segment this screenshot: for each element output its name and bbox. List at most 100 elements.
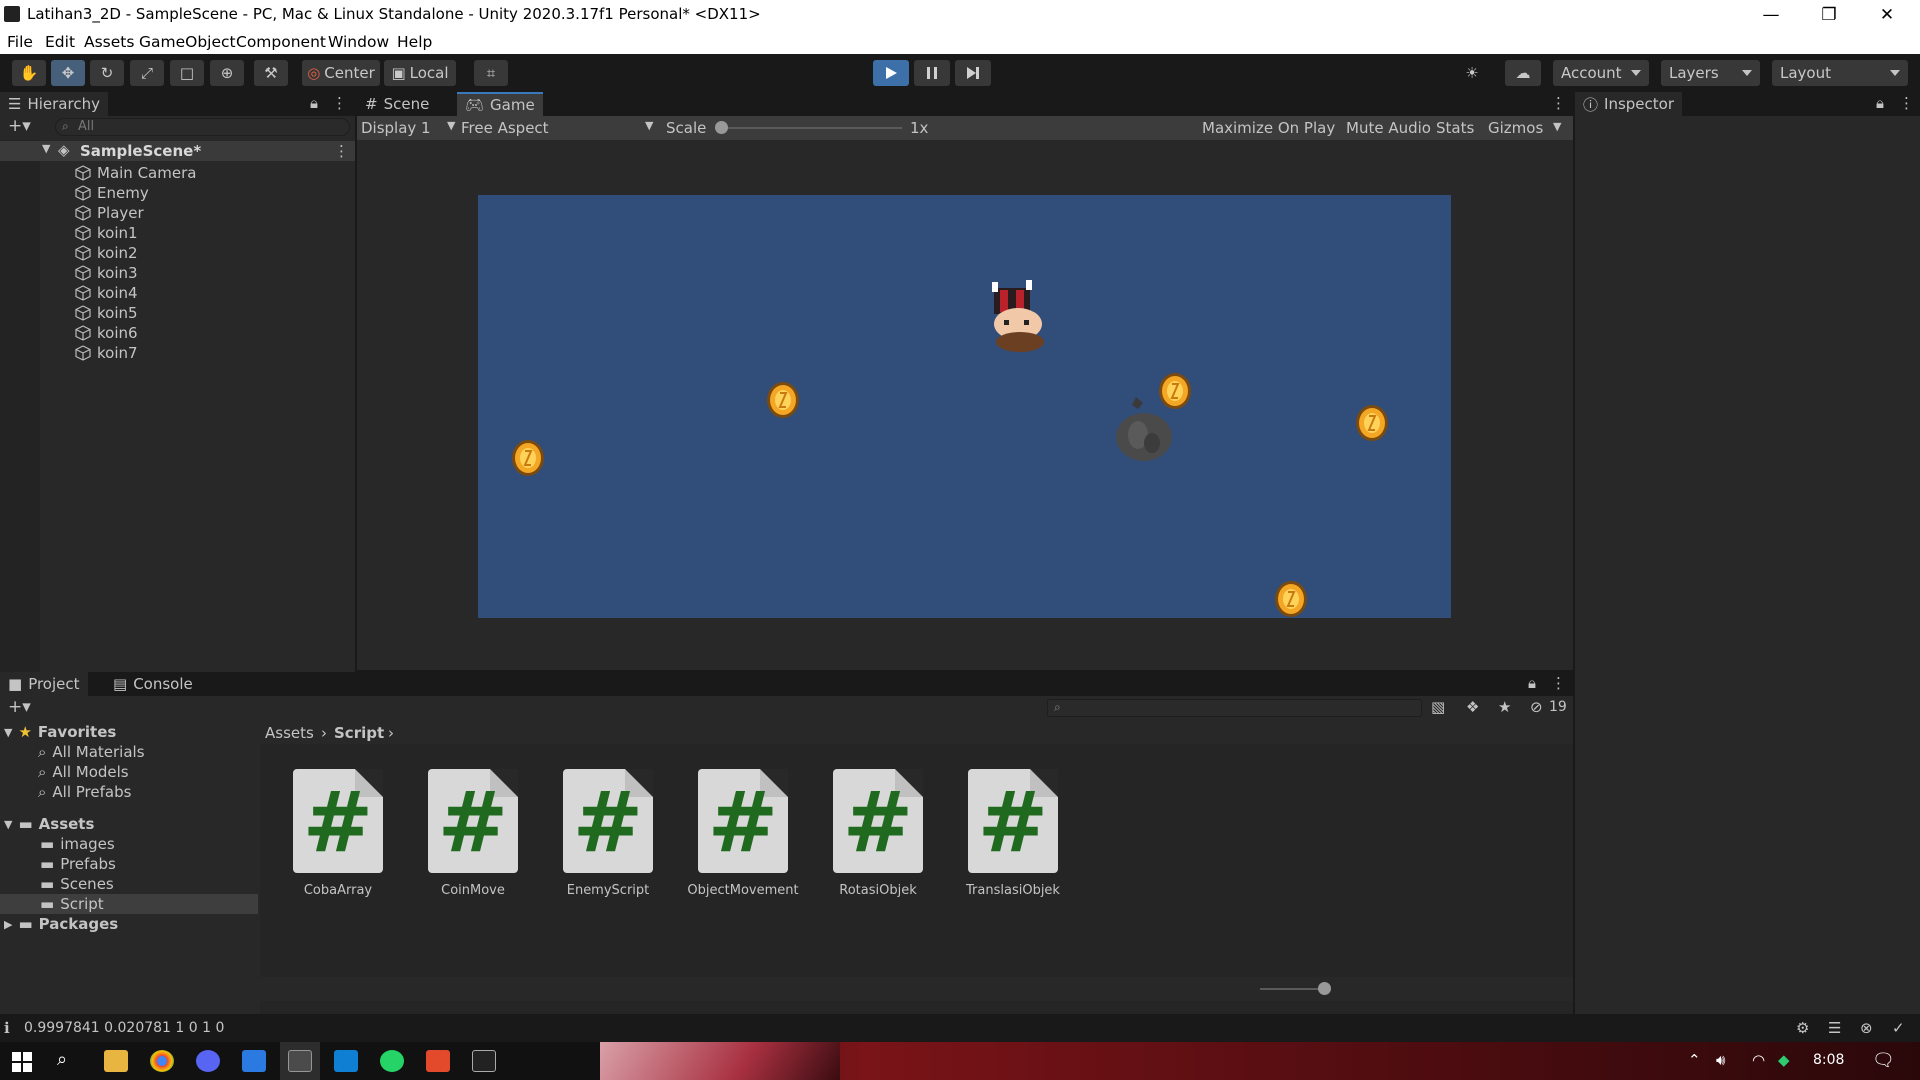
notifications-icon[interactable]: 🗨︎ — [1872, 1050, 1895, 1071]
tray-chevron-icon[interactable]: ⌃ — [1688, 1051, 1701, 1069]
tab-inspector[interactable]: ⓘ Inspector — [1575, 92, 1682, 116]
rect-tool-icon[interactable]: □ — [170, 60, 204, 86]
hierarchy-item[interactable]: koin1 — [75, 223, 138, 243]
hierarchy-item[interactable]: Player — [75, 203, 144, 223]
play-button[interactable] — [873, 60, 909, 86]
hierarchy-item[interactable]: koin7 — [75, 343, 138, 363]
hierarchy-item[interactable]: Main Camera — [75, 163, 196, 183]
windows-start-icon[interactable] — [12, 1052, 32, 1072]
icon-size-slider-track[interactable] — [1260, 988, 1325, 990]
tab-game[interactable]: 🎮︎ Game — [457, 92, 543, 116]
check-icon[interactable]: ✓ — [1892, 1019, 1905, 1037]
folder-item[interactable]: ▬ Prefabs — [40, 854, 116, 874]
script-asset[interactable]: # ObjectMovement — [673, 769, 799, 904]
mute-audio-toggle[interactable]: Mute Audio — [1346, 119, 1431, 137]
script-asset[interactable]: # RotasiObjek — [808, 769, 928, 904]
project-add-icon[interactable]: +▾ — [8, 697, 31, 717]
project-lock-icon[interactable]: 🔒︎ — [1528, 674, 1536, 692]
discord-icon[interactable] — [196, 1050, 220, 1072]
pause-button[interactable] — [914, 60, 950, 86]
chrome-icon[interactable] — [150, 1050, 174, 1072]
menu-help[interactable]: Help — [397, 33, 432, 51]
menu-file[interactable]: File — [7, 33, 33, 51]
folder-item-script[interactable]: ▬ Script — [40, 894, 104, 914]
favorites-folder[interactable]: ▼ ★ Favorites — [4, 722, 116, 742]
script-asset[interactable]: # TranslasiObjek — [943, 769, 1063, 904]
game-kebab-menu-icon[interactable]: ⋮ — [1551, 94, 1566, 112]
whatsapp-icon[interactable] — [380, 1050, 404, 1072]
close-button[interactable]: ✕ — [1858, 0, 1916, 30]
filter-label-icon[interactable]: ❖ — [1466, 698, 1479, 716]
layers-stack-icon[interactable]: ☰ — [1828, 1019, 1841, 1037]
status-message[interactable]: 0.9997841 0.020781 1 0 1 0 — [24, 1020, 224, 1036]
breadcrumb-script[interactable]: Script — [334, 724, 384, 742]
defender-shield-icon[interactable]: ◆ — [1778, 1051, 1790, 1069]
favorite-star-icon[interactable]: ★ — [1498, 698, 1511, 716]
hierarchy-item[interactable]: Enemy — [75, 183, 149, 203]
display-dropdown[interactable]: Display 1 ▼ — [361, 117, 457, 139]
script-asset[interactable]: # EnemyScript — [538, 769, 658, 904]
hierarchy-item[interactable]: koin3 — [75, 263, 138, 283]
account-dropdown[interactable]: Account — [1553, 60, 1649, 86]
file-explorer-icon[interactable] — [104, 1050, 128, 1072]
menu-edit[interactable]: Edit — [45, 33, 75, 51]
hierarchy-item[interactable]: koin2 — [75, 243, 138, 263]
step-button[interactable] — [955, 60, 991, 86]
debug-icon[interactable]: ⚙ — [1796, 1019, 1809, 1037]
scale-tool-icon[interactable]: ⤢ — [130, 60, 164, 86]
terminal-icon[interactable] — [472, 1050, 496, 1072]
wifi-icon[interactable]: ◠ — [1752, 1051, 1765, 1069]
layers-dropdown[interactable]: Layers — [1661, 60, 1760, 86]
lock-icon[interactable]: 🔒︎ — [310, 94, 318, 112]
services-icon[interactable]: ☀ — [1455, 60, 1489, 86]
hierarchy-item[interactable]: koin6 — [75, 323, 138, 343]
volume-icon[interactable]: 🔊︎ — [1716, 1051, 1725, 1069]
kebab-menu-icon[interactable]: ⋮ — [332, 94, 347, 112]
tab-hierarchy[interactable]: ☰ Hierarchy — [0, 92, 108, 116]
hand-tool-icon[interactable]: ✋ — [12, 60, 46, 86]
project-kebab-icon[interactable]: ⋮ — [1551, 674, 1566, 692]
pivot-center-button[interactable]: ◎ Center — [302, 60, 380, 86]
stats-toggle[interactable]: Stats — [1436, 119, 1474, 137]
pivot-local-button[interactable]: ▣ Local — [384, 60, 456, 86]
grid-snap-icon[interactable]: ⌗ — [474, 60, 508, 86]
layout-dropdown[interactable]: Layout — [1772, 60, 1908, 86]
custom-tool-icon[interactable]: ⚒ — [254, 60, 288, 86]
add-icon[interactable]: +▾ — [8, 116, 31, 136]
script-asset[interactable]: # CobaArray — [268, 769, 388, 904]
minimize-button[interactable]: — — [1742, 0, 1800, 30]
tab-project[interactable]: ■ Project — [0, 672, 88, 696]
game-view-canvas[interactable] — [478, 195, 1451, 618]
favorites-item[interactable]: ⌕ All Models — [38, 762, 129, 782]
folder-item[interactable]: ▬ Scenes — [40, 874, 114, 894]
project-search-input[interactable]: ⌕ — [1047, 699, 1422, 717]
auto-generate-icon[interactable]: ⊗ — [1860, 1019, 1873, 1037]
cloud-icon[interactable]: ☁ — [1505, 60, 1541, 86]
app-icon[interactable] — [242, 1050, 266, 1072]
clock[interactable]: 8:08 — [1813, 1052, 1844, 1068]
scale-slider-handle[interactable] — [715, 121, 728, 134]
hierarchy-item[interactable]: koin4 — [75, 283, 138, 303]
packages-folder[interactable]: ▶ ▬ Packages — [4, 914, 118, 934]
breadcrumb-assets[interactable]: Assets — [265, 724, 314, 742]
search-icon[interactable]: ⌕ — [57, 1049, 67, 1070]
gizmos-toggle[interactable]: Gizmos — [1488, 119, 1543, 137]
maximize-on-play-toggle[interactable]: Maximize On Play — [1202, 119, 1335, 137]
scale-slider-track[interactable] — [717, 127, 902, 129]
inspector-lock-icon[interactable]: 🔒︎ — [1876, 94, 1884, 112]
favorites-item[interactable]: ⌕ All Prefabs — [38, 782, 131, 802]
restore-button[interactable]: ❐ — [1800, 0, 1858, 30]
rotate-tool-icon[interactable]: ↻ — [90, 60, 124, 86]
hierarchy-item[interactable]: koin5 — [75, 303, 138, 323]
app-red-icon[interactable] — [426, 1050, 450, 1072]
inspector-kebab-icon[interactable]: ⋮ — [1899, 94, 1914, 112]
tab-console[interactable]: ▤ Console — [105, 672, 201, 696]
tab-scene[interactable]: # Scene — [357, 92, 437, 116]
move-tool-icon[interactable]: ✥ — [51, 60, 85, 86]
icon-size-slider-handle[interactable] — [1318, 982, 1331, 995]
folder-item[interactable]: ▬ images — [40, 834, 115, 854]
menu-assets[interactable]: Assets — [84, 33, 134, 51]
menu-gameobject[interactable]: GameObject — [139, 33, 236, 51]
vscode-icon[interactable] — [334, 1050, 358, 1072]
transform-tool-icon[interactable]: ⊕ — [210, 60, 244, 86]
